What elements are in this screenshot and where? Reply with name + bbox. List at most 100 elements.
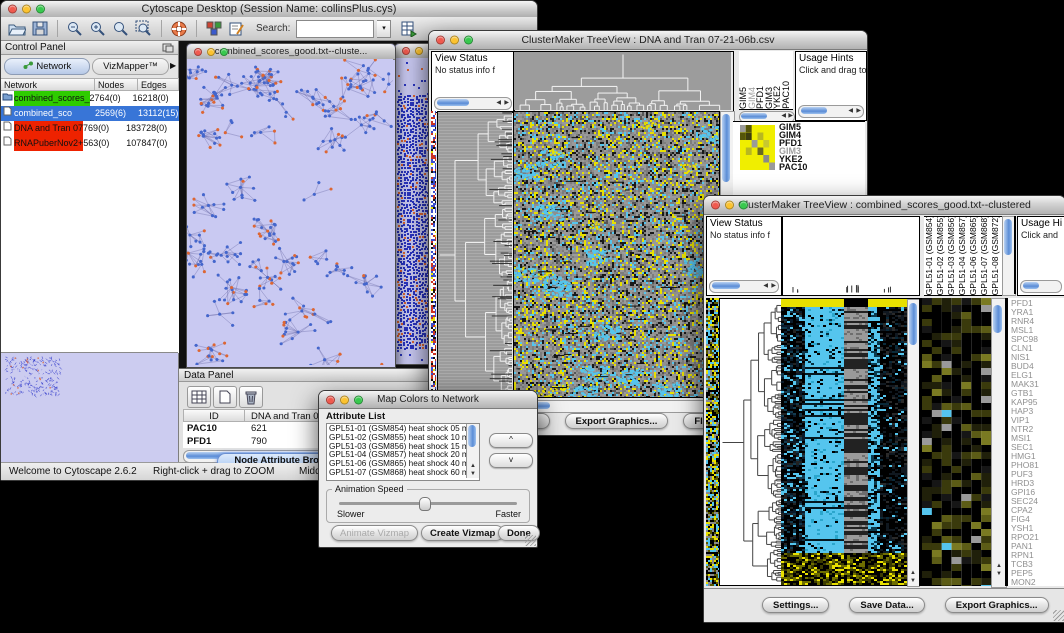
tv1-row-dendrogram[interactable] xyxy=(437,111,515,400)
attribute-item[interactable]: GPL51-06 (GSM865) heat shock 40 min xyxy=(329,460,479,469)
minimize-button[interactable] xyxy=(207,48,215,56)
scroll-right-icon[interactable]: ▶ xyxy=(504,99,509,107)
close-button[interactable] xyxy=(194,48,202,56)
attribute-item[interactable]: GPL51-07 (GSM868) heat shock 60 min xyxy=(329,469,479,478)
scroll-up-icon[interactable]: ▲ xyxy=(996,562,1002,570)
array-column-label[interactable]: GPL51-06 (GSM865) xyxy=(968,216,979,295)
search-dropdown-icon[interactable]: ▾ xyxy=(377,20,391,38)
tv2-top-area-canvas[interactable] xyxy=(783,217,917,293)
scroll-thumb[interactable] xyxy=(468,425,476,447)
zoom-button[interactable] xyxy=(739,201,748,210)
zoom-out-icon[interactable] xyxy=(65,19,85,38)
tv2-column-dendrogram[interactable] xyxy=(782,216,920,296)
scroll-thumb[interactable] xyxy=(801,107,827,114)
search-input[interactable] xyxy=(296,20,374,38)
scroll-left-icon[interactable]: ◀ xyxy=(763,282,768,290)
network-view-titlebar[interactable]: combined_scores_good.txt--cluste... xyxy=(187,44,395,60)
tv1-heatmap-canvas[interactable] xyxy=(514,112,719,397)
annotation-icon[interactable] xyxy=(227,19,247,38)
close-button[interactable] xyxy=(436,36,445,45)
attribute-list-vscroll[interactable]: ▲ ▼ xyxy=(466,424,479,478)
main-titlebar[interactable]: Cytoscape Desktop (Session Name: collins… xyxy=(1,1,537,18)
treeview-button[interactable]: Settings... xyxy=(762,597,829,613)
attribute-item[interactable]: GPL51-03 (GSM856) heat shock 15 min xyxy=(329,443,479,452)
scroll-left-icon[interactable]: ◀ xyxy=(496,99,501,107)
gene-column-label[interactable]: PAC10 xyxy=(782,81,791,109)
move-up-button[interactable]: ^ xyxy=(489,433,533,448)
attribute-item[interactable]: GPL51-02 (GSM855) heat shock 10 min xyxy=(329,434,479,443)
scroll-thumb[interactable] xyxy=(437,99,469,106)
import-table-icon[interactable] xyxy=(398,19,418,38)
zoom-button[interactable] xyxy=(36,5,45,14)
scroll-down-icon[interactable]: ▼ xyxy=(910,577,916,585)
scroll-thumb[interactable] xyxy=(1023,282,1039,289)
tv2-zoom-heatmap-canvas[interactable] xyxy=(922,298,991,586)
attribute-table-icon[interactable] xyxy=(187,386,211,408)
network-row[interactable]: RNAPuberNov2+ 563(0) 107847(0) xyxy=(1,136,179,151)
zoom-fit-icon[interactable] xyxy=(111,19,131,38)
array-column-label[interactable]: GPL51-07 (GSM868) xyxy=(979,216,990,295)
treeview-button[interactable]: Export Graphics... xyxy=(945,597,1049,613)
scroll-right-icon[interactable]: ▶ xyxy=(856,107,861,115)
tv1-left-dendrogram-canvas[interactable] xyxy=(438,112,512,397)
float-panel-icon[interactable] xyxy=(162,43,174,58)
minimize-button[interactable] xyxy=(725,201,734,210)
scroll-right-icon[interactable]: ▶ xyxy=(771,282,776,290)
delete-attribute-trash-icon[interactable] xyxy=(239,386,263,408)
gene-row-label[interactable]: PAC10 xyxy=(779,163,807,171)
resize-grip[interactable] xyxy=(525,535,536,546)
tab-vizmapper[interactable]: VizMapper™ xyxy=(92,58,169,75)
scroll-thumb[interactable] xyxy=(712,282,740,289)
minimize-button[interactable] xyxy=(450,36,459,45)
tv2-row-dendrogram-canvas[interactable] xyxy=(721,299,781,585)
tab-network[interactable]: Network xyxy=(4,58,90,75)
close-button[interactable] xyxy=(326,395,335,404)
help-lifesaver-icon[interactable] xyxy=(169,19,189,38)
network-row[interactable]: combined_scores_ 2764(0) 16218(0) xyxy=(1,91,179,106)
scroll-thumb[interactable] xyxy=(741,113,767,119)
scroll-left-icon[interactable]: ◀ xyxy=(781,112,786,120)
tv1-top-dendrogram-canvas[interactable] xyxy=(514,52,731,110)
network-canvas[interactable] xyxy=(187,59,393,365)
treeview2-titlebar[interactable]: ClusterMaker TreeView : combined_scores_… xyxy=(704,196,1064,215)
network-navigator[interactable] xyxy=(1,352,178,463)
scroll-thumb[interactable] xyxy=(909,303,917,345)
treeview1-titlebar[interactable]: ClusterMaker TreeView : DNA and Tran 07-… xyxy=(429,31,867,50)
scroll-thumb[interactable] xyxy=(993,305,1002,333)
scroll-left-icon[interactable]: ◀ xyxy=(848,107,853,115)
attribute-item[interactable]: GPL51-01 (GSM854) heat shock 05 min xyxy=(329,425,479,434)
scroll-up-icon[interactable]: ▲ xyxy=(470,462,476,470)
network-row[interactable]: combined_sco 2569(6) 13112(15) xyxy=(1,106,179,121)
zoom-selected-icon[interactable] xyxy=(134,19,154,38)
dialog-titlebar[interactable]: Map Colors to Network xyxy=(319,391,537,409)
treeview-button[interactable]: Save Data... xyxy=(849,597,924,613)
col-network[interactable]: Network xyxy=(1,78,95,91)
col-id[interactable]: ID xyxy=(183,409,245,422)
minimize-button[interactable] xyxy=(22,5,31,14)
minimize-button[interactable] xyxy=(415,47,423,55)
navigator-canvas[interactable] xyxy=(1,353,178,462)
close-button[interactable] xyxy=(711,201,720,210)
create-vizmap-button[interactable]: Create Vizmap xyxy=(421,525,504,541)
scroll-down-icon[interactable]: ▼ xyxy=(996,570,1002,578)
animate-vizmap-button[interactable]: Animate Vizmap xyxy=(331,525,418,541)
resize-grip[interactable] xyxy=(1053,610,1064,621)
zoom-button[interactable] xyxy=(464,36,473,45)
zoom-button[interactable] xyxy=(220,48,228,56)
treeview-button[interactable]: Export Graphics... xyxy=(565,413,669,429)
close-button[interactable] xyxy=(402,47,410,55)
attribute-listbox[interactable]: GPL51-01 (GSM854) heat shock 05 minGPL51… xyxy=(326,423,480,481)
tv1-mini-heatmap-canvas[interactable] xyxy=(740,125,775,170)
network-row[interactable]: DNA and Tran 07 769(0) 183728(0) xyxy=(1,121,179,136)
usage-hints-hscroll[interactable]: ◀ ▶ xyxy=(798,105,864,118)
tab-overflow-icon[interactable]: ▶ xyxy=(170,61,176,70)
col-edges[interactable]: Edges xyxy=(138,78,179,91)
tv2-heatmap-canvas[interactable] xyxy=(781,299,907,585)
array-column-label[interactable]: GPL51-01 (GSM854) xyxy=(924,216,935,295)
col-nodes[interactable]: Nodes xyxy=(95,78,138,91)
array-column-label[interactable]: GPL51-08 (GSM872) xyxy=(990,216,1001,295)
zoom-in-icon[interactable] xyxy=(88,19,108,38)
scroll-right-icon[interactable]: ▶ xyxy=(788,112,793,120)
move-down-button[interactable]: v xyxy=(489,453,533,468)
open-file-icon[interactable] xyxy=(7,19,27,38)
